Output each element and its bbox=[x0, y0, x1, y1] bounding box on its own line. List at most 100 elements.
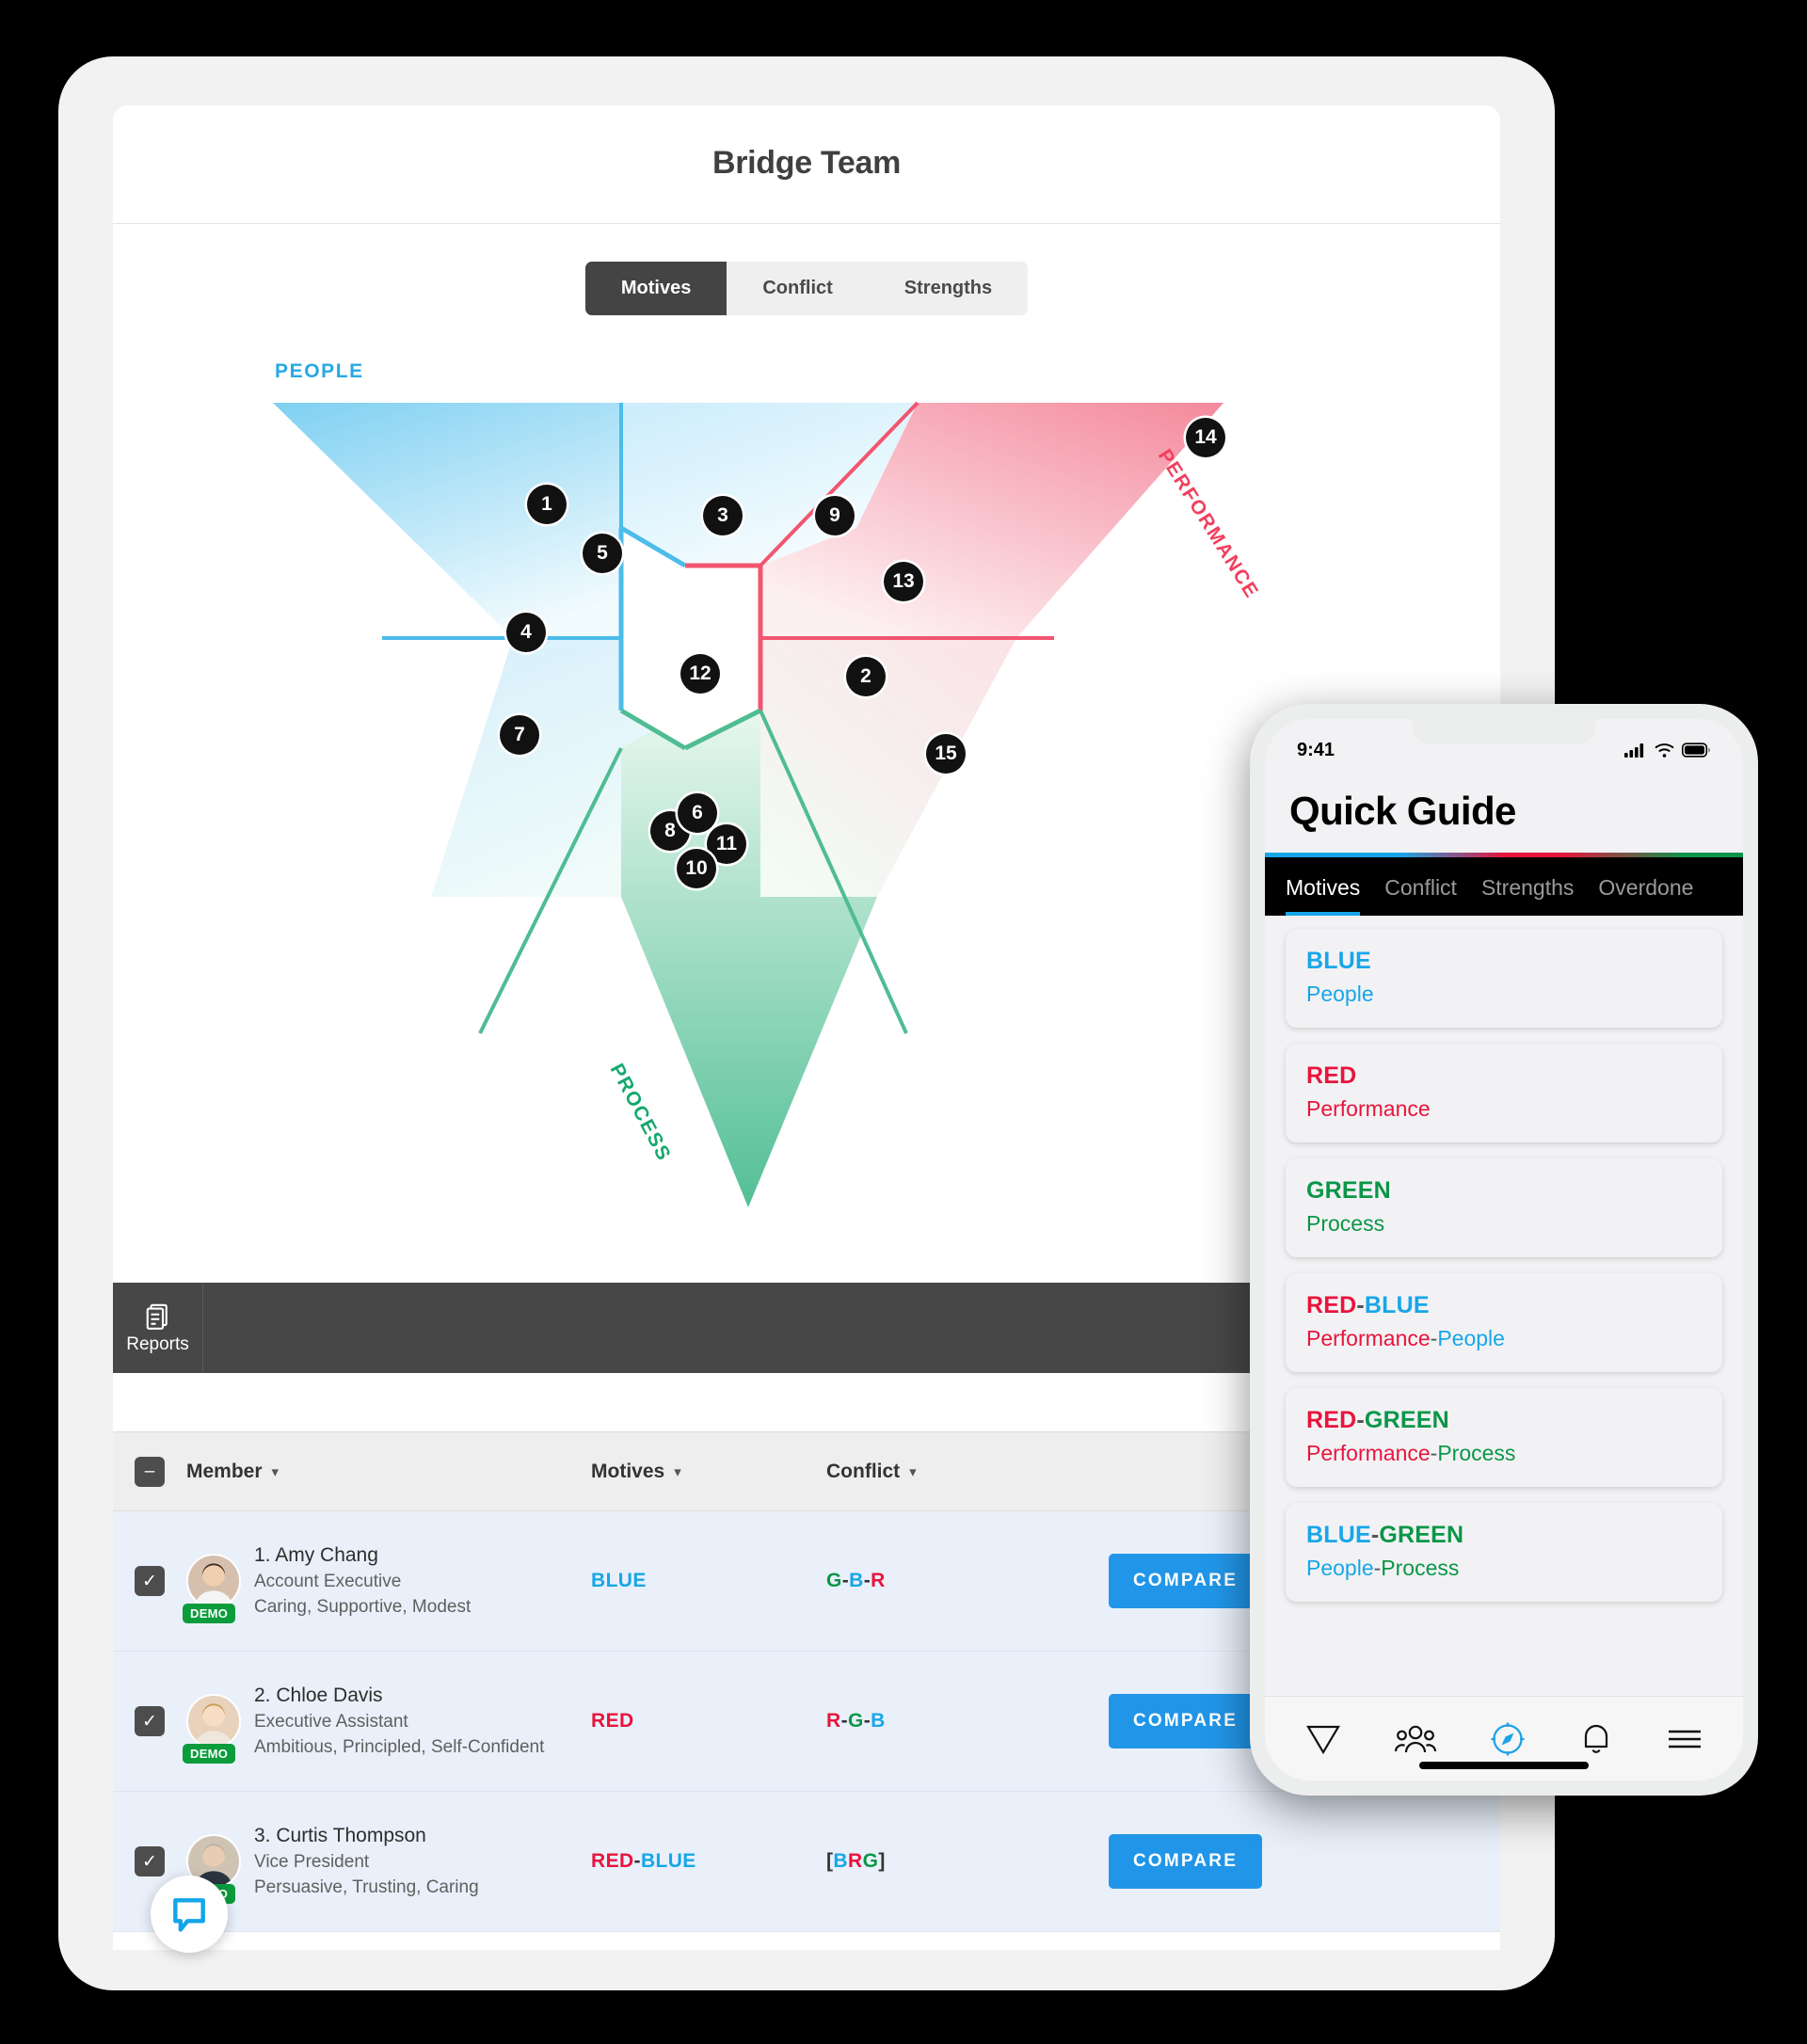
tab-conflict[interactable]: Conflict bbox=[727, 262, 868, 315]
member-traits: Caring, Supportive, Modest bbox=[254, 1596, 472, 1617]
row-checkbox[interactable]: ✓ bbox=[135, 1706, 165, 1736]
tab-strengths[interactable]: Strengths bbox=[869, 262, 1028, 315]
member-motives: BLUE bbox=[591, 1570, 647, 1591]
member-conflict: G-B-R bbox=[826, 1570, 886, 1591]
people-group-icon[interactable] bbox=[1395, 1723, 1436, 1755]
column-header-member[interactable]: Member ▾ bbox=[186, 1461, 591, 1483]
phone-notch bbox=[1412, 719, 1596, 743]
column-header-conflict[interactable]: Conflict ▾ bbox=[826, 1461, 1109, 1483]
quick-guide-card[interactable]: BLUE People bbox=[1286, 929, 1722, 1028]
avatar-image bbox=[186, 1554, 241, 1608]
column-label-member: Member bbox=[186, 1460, 263, 1482]
select-all-checkbox[interactable]: – bbox=[135, 1456, 165, 1487]
conflict-part: G bbox=[826, 1570, 842, 1591]
chevron-down-icon: ▾ bbox=[674, 1463, 681, 1480]
conflict-part: R bbox=[871, 1570, 886, 1591]
chart-dot-14[interactable]: 14 bbox=[1186, 418, 1225, 457]
card-subtitle: People bbox=[1306, 982, 1702, 1007]
chart-dot-1[interactable]: 1 bbox=[527, 485, 567, 524]
compare-button[interactable]: COMPARE bbox=[1109, 1694, 1263, 1749]
screenshot-stage: Bridge Team Motives Conflict Strengths P… bbox=[0, 0, 1807, 2044]
conflict-part: - bbox=[840, 1710, 848, 1732]
column-label-motives: Motives bbox=[591, 1460, 665, 1482]
card-title-part: RED bbox=[1306, 1062, 1357, 1089]
phone-tab-strengths[interactable]: Strengths bbox=[1481, 875, 1574, 916]
axis-label-people: PEOPLE bbox=[275, 360, 364, 382]
conflict-part: G bbox=[847, 1710, 864, 1732]
card-sub-part: Performance bbox=[1306, 1441, 1431, 1465]
chart-dot-15[interactable]: 15 bbox=[926, 734, 966, 774]
reports-button[interactable]: Reports bbox=[113, 1283, 203, 1373]
chart-dot-13[interactable]: 13 bbox=[884, 562, 923, 601]
hamburger-menu-icon[interactable] bbox=[1666, 1725, 1703, 1753]
card-subtitle: Performance-People bbox=[1306, 1326, 1702, 1351]
phone-device-frame: 9:41 Quick Guide Motives Conflict Streng… bbox=[1250, 704, 1758, 1796]
chart-dot-3[interactable]: 3 bbox=[703, 496, 743, 535]
avatar: DEMO bbox=[183, 1554, 241, 1623]
card-title-part: BLUE bbox=[1306, 1522, 1371, 1548]
chevron-down-icon: ▾ bbox=[271, 1463, 280, 1480]
quick-guide-card[interactable]: RED-GREEN Performance-Process bbox=[1286, 1388, 1722, 1487]
card-subtitle: Process bbox=[1306, 1211, 1702, 1237]
row-checkbox[interactable]: ✓ bbox=[135, 1566, 165, 1596]
card-sub-part: Performance bbox=[1306, 1326, 1431, 1350]
axis-label-performance: PERFORMANCE bbox=[1154, 445, 1263, 602]
chart-dot-4[interactable]: 4 bbox=[506, 613, 546, 652]
card-subtitle: People-Process bbox=[1306, 1556, 1702, 1581]
demo-badge: DEMO bbox=[183, 1744, 236, 1764]
conflict-part: B bbox=[871, 1710, 886, 1732]
column-label-conflict: Conflict bbox=[826, 1460, 901, 1482]
card-title-part: BLUE bbox=[1364, 1292, 1430, 1318]
phone-tab-bar: Motives Conflict Strengths Overdone bbox=[1265, 857, 1743, 916]
card-sub-part: Performance bbox=[1306, 1096, 1431, 1121]
card-title: RED bbox=[1306, 1062, 1702, 1090]
chart-dot-2[interactable]: 2 bbox=[846, 657, 886, 696]
conflict-part: B bbox=[833, 1850, 848, 1872]
chart-dot-9[interactable]: 9 bbox=[815, 496, 855, 535]
column-header-motives[interactable]: Motives ▾ bbox=[591, 1461, 826, 1483]
chat-bubble-icon bbox=[173, 1898, 205, 1932]
tab-motives[interactable]: Motives bbox=[584, 262, 728, 315]
phone-tab-motives[interactable]: Motives bbox=[1286, 875, 1361, 916]
row-checkbox[interactable]: ✓ bbox=[135, 1846, 165, 1876]
motive-part: RED bbox=[591, 1850, 634, 1872]
quick-guide-card[interactable]: GREEN Process bbox=[1286, 1158, 1722, 1257]
card-title-part: GREEN bbox=[1379, 1522, 1464, 1548]
reports-icon bbox=[146, 1303, 168, 1330]
avatar: DEMO bbox=[183, 1694, 241, 1764]
quick-guide-card[interactable]: RED-BLUE Performance-People bbox=[1286, 1273, 1722, 1372]
card-sub-part: People bbox=[1437, 1326, 1505, 1350]
compare-button[interactable]: COMPARE bbox=[1109, 1554, 1263, 1608]
battery-icon bbox=[1682, 743, 1710, 758]
card-title-part: GREEN bbox=[1306, 1177, 1391, 1204]
chart-dot-12[interactable]: 12 bbox=[680, 654, 720, 694]
quick-guide-card[interactable]: BLUE-GREEN People-Process bbox=[1286, 1503, 1722, 1602]
chart-dot-5[interactable]: 5 bbox=[583, 534, 622, 573]
axis-label-process: PROCESS bbox=[606, 1061, 676, 1165]
wifi-icon bbox=[1655, 743, 1674, 758]
compass-icon[interactable] bbox=[1489, 1720, 1527, 1758]
quick-guide-card[interactable]: RED Performance bbox=[1286, 1044, 1722, 1142]
triangle-down-icon[interactable] bbox=[1304, 1722, 1342, 1756]
chart-dot-6[interactable]: 6 bbox=[678, 793, 717, 833]
card-sub-part: People bbox=[1306, 982, 1374, 1006]
phone-tab-conflict[interactable]: Conflict bbox=[1384, 875, 1457, 916]
reports-label: Reports bbox=[126, 1333, 189, 1354]
conflict-part: ] bbox=[878, 1850, 886, 1872]
chart-dot-7[interactable]: 7 bbox=[500, 715, 539, 755]
chart-dot-10[interactable]: 10 bbox=[677, 849, 716, 888]
member-conflict: [BRG] bbox=[826, 1850, 886, 1872]
chat-widget-button[interactable] bbox=[151, 1876, 228, 1953]
card-title-part: GREEN bbox=[1364, 1407, 1449, 1433]
conflict-part: B bbox=[849, 1570, 864, 1591]
compare-button[interactable]: COMPARE bbox=[1109, 1834, 1263, 1889]
table-row[interactable]: ✓DEMO3. Curtis ThompsonVice PresidentPer… bbox=[113, 1792, 1500, 1932]
page-title: Bridge Team bbox=[712, 145, 902, 181]
member-name: 2. Chloe Davis bbox=[254, 1685, 383, 1707]
home-indicator bbox=[1419, 1762, 1589, 1769]
bell-icon[interactable] bbox=[1579, 1721, 1613, 1757]
phone-tab-overdone[interactable]: Overdone bbox=[1598, 875, 1693, 916]
region-red-green[interactable] bbox=[760, 638, 1016, 897]
card-title-part: - bbox=[1356, 1292, 1365, 1318]
member-motives: RED bbox=[591, 1710, 634, 1732]
